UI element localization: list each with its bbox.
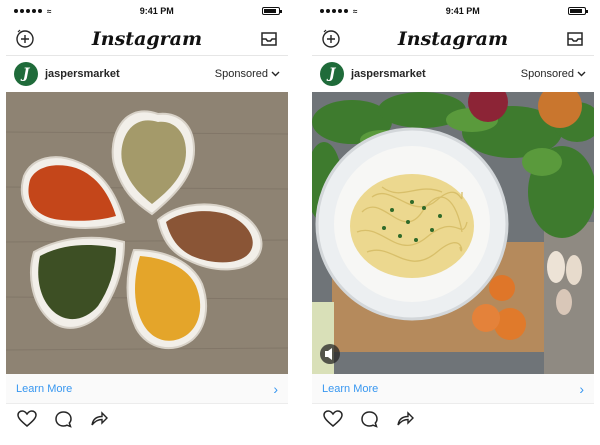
status-time: 9:41 PM [139, 6, 174, 16]
post-image-spices[interactable] [6, 92, 288, 374]
app-title: Instagram [91, 27, 203, 50]
heart-icon[interactable] [16, 408, 38, 430]
sponsored-label: Sponsored [214, 68, 268, 80]
learn-more-button[interactable]: Learn More › [6, 374, 288, 404]
heart-icon[interactable] [322, 408, 344, 430]
app-title: Instagram [397, 27, 509, 50]
chevron-right-icon: › [579, 380, 584, 397]
wifi-icon: ≈ [47, 6, 52, 16]
sponsored-menu[interactable]: Sponsored [521, 68, 586, 80]
avatar[interactable]: J [14, 62, 38, 86]
account[interactable]: J jaspersmarket [14, 62, 120, 86]
post-header: J jaspersmarket Sponsored [6, 56, 288, 92]
status-time: 9:41 PM [445, 6, 480, 16]
account[interactable]: J jaspersmarket [320, 62, 426, 86]
add-post-icon[interactable] [320, 28, 342, 50]
chevron-down-icon [577, 71, 586, 77]
app-header: Instagram [6, 22, 288, 56]
post-image-pasta[interactable] [312, 92, 594, 374]
signal-indicator: ≈ [320, 7, 357, 16]
wifi-icon: ≈ [353, 6, 358, 16]
learn-more-button[interactable]: Learn More › [312, 374, 594, 404]
comment-icon[interactable] [52, 408, 74, 430]
share-icon[interactable] [88, 408, 110, 430]
signal-indicator: ≈ [14, 7, 51, 16]
inbox-icon[interactable] [564, 28, 586, 50]
phone-left: ≈ 9:41 PM Instagram J jaspersmarket Spon… [6, 0, 288, 445]
share-icon[interactable] [394, 408, 416, 430]
sponsored-label: Sponsored [520, 68, 574, 80]
app-header: Instagram [312, 22, 594, 56]
post-actions [6, 404, 288, 434]
username[interactable]: jaspersmarket [45, 68, 120, 80]
username[interactable]: jaspersmarket [351, 68, 426, 80]
battery-icon [262, 7, 282, 15]
learn-more-label: Learn More [322, 382, 379, 395]
post-actions [312, 404, 594, 434]
avatar[interactable]: J [320, 62, 344, 86]
status-bar: ≈ 9:41 PM [6, 0, 288, 22]
phone-right: ≈ 9:41 PM Instagram J jaspersmarket Spon… [312, 0, 594, 445]
battery-icon [568, 7, 588, 15]
sponsored-menu[interactable]: Sponsored [215, 68, 280, 80]
post-header: J jaspersmarket Sponsored [312, 56, 594, 92]
add-post-icon[interactable] [14, 28, 36, 50]
inbox-icon[interactable] [258, 28, 280, 50]
chevron-right-icon: › [273, 380, 278, 397]
status-bar: ≈ 9:41 PM [312, 0, 594, 22]
comment-icon[interactable] [358, 408, 380, 430]
learn-more-label: Learn More [16, 382, 73, 395]
chevron-down-icon [271, 71, 280, 77]
